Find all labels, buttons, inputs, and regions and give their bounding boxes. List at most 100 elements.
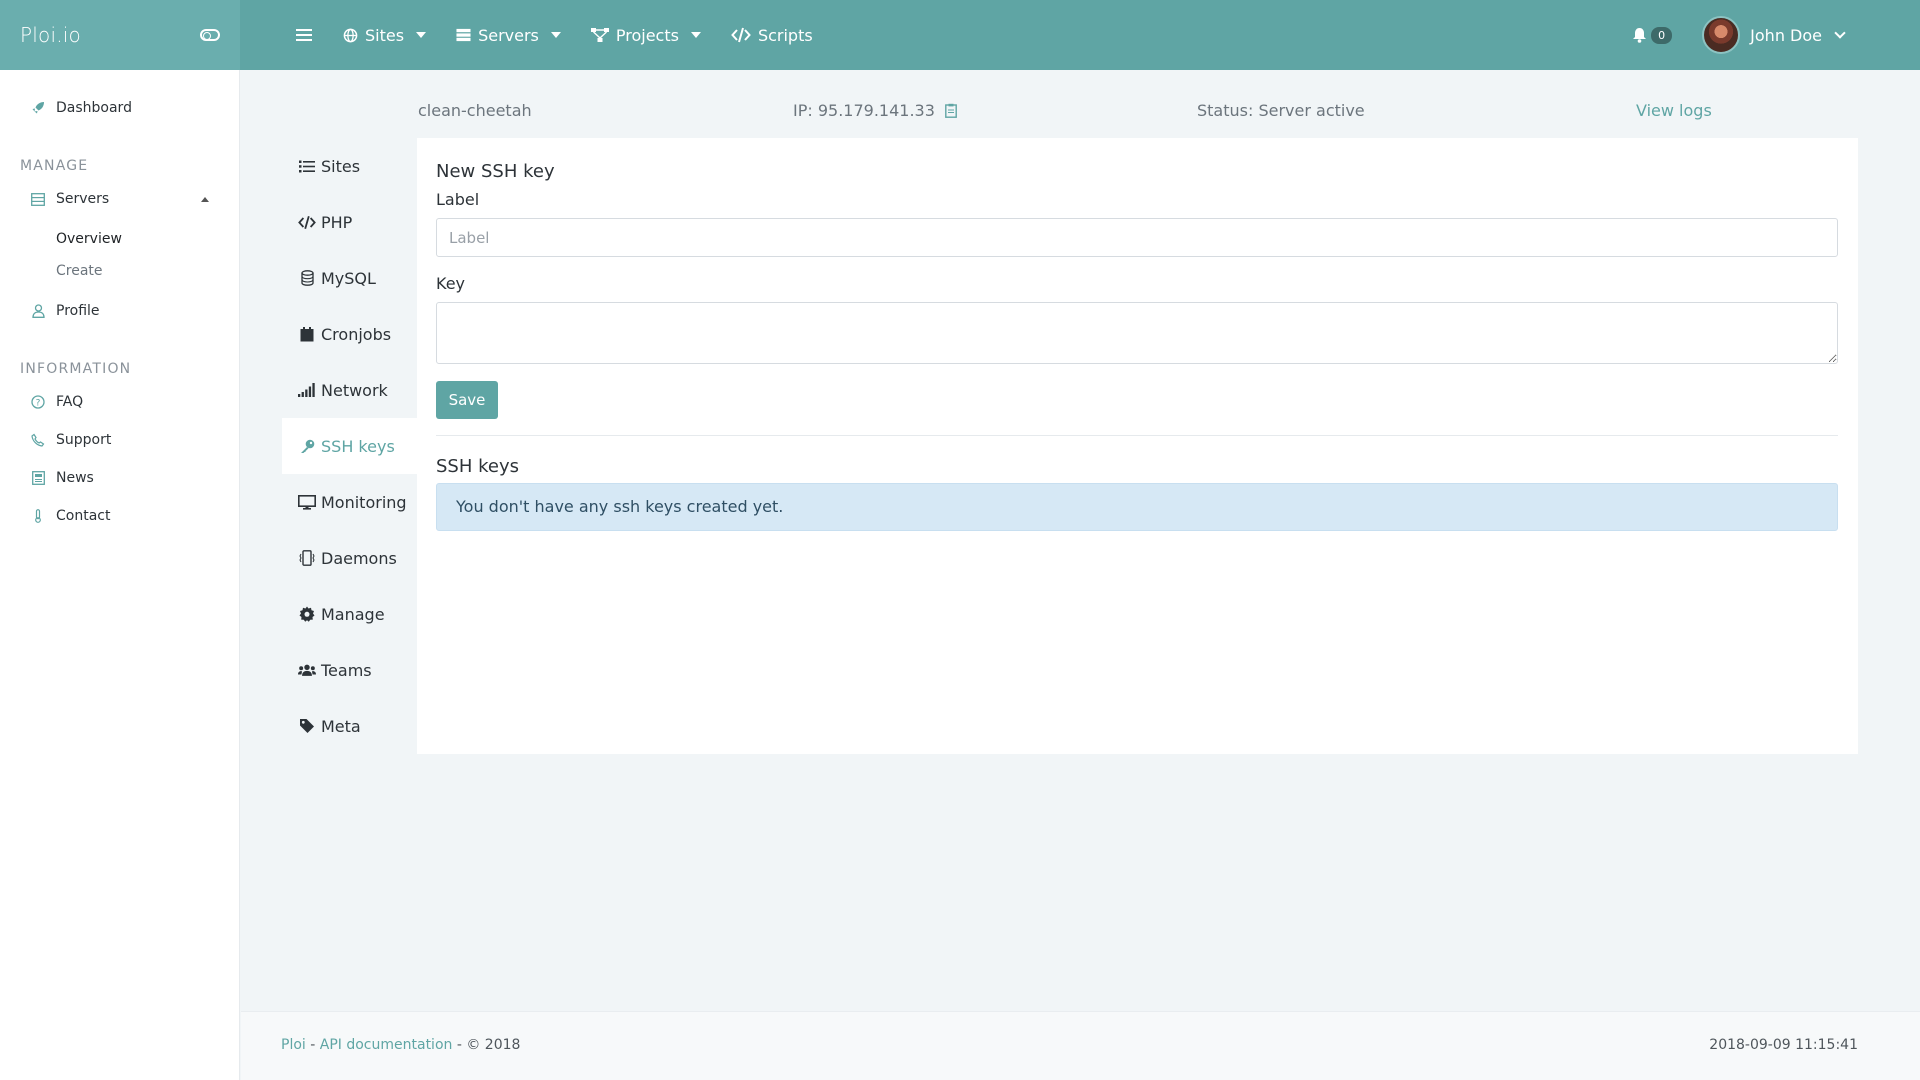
server-nav-php[interactable]: PHP: [282, 194, 417, 250]
new-ssh-key-title: New SSH key: [436, 161, 555, 182]
ssh-keys-title: SSH keys: [436, 456, 519, 477]
nav-projects[interactable]: Projects: [590, 25, 701, 45]
sidebar: Dashboard MANAGE Servers Overview Create…: [0, 70, 240, 1080]
signal-icon: [298, 381, 316, 399]
server-list-icon: [31, 192, 45, 206]
caret-down-icon: [416, 32, 427, 38]
brand-area: Ploi.io: [0, 0, 240, 70]
sidebar-item-dashboard[interactable]: Dashboard: [31, 100, 132, 116]
key-textarea[interactable]: [436, 302, 1838, 364]
server-nav-label: Teams: [321, 660, 372, 680]
sidebar-sub-overview[interactable]: Overview: [56, 231, 122, 247]
nav-scripts[interactable]: Scripts: [731, 26, 813, 45]
server-icon: [456, 28, 471, 42]
label-input[interactable]: [436, 218, 1838, 257]
sitemap-icon: [590, 27, 609, 42]
main-nav: Sites Servers Projects Scripts: [240, 0, 813, 70]
sidebar-item-servers[interactable]: Servers: [31, 191, 209, 207]
sidebar-item-support[interactable]: Support: [31, 432, 111, 448]
footer-links: Ploi - API documentation - © 2018: [281, 1037, 520, 1053]
footer-copyright: - © 2018: [452, 1037, 521, 1053]
newspaper-icon: [31, 471, 45, 485]
sidebar-item-label: News: [56, 470, 94, 486]
tag-icon: [298, 717, 316, 735]
manage-heading: MANAGE: [20, 158, 89, 174]
nav-sites-label: Sites: [365, 25, 405, 45]
sidebar-item-news[interactable]: News: [31, 470, 94, 486]
desktop-icon: [298, 493, 316, 511]
nav-scripts-label: Scripts: [757, 25, 813, 45]
server-nav-label: SSH keys: [321, 436, 395, 456]
theme-toggle-icon[interactable]: [200, 29, 220, 41]
footer: Ploi - API documentation - © 2018 2018-0…: [241, 1011, 1920, 1080]
code-icon: [298, 213, 316, 231]
user-menu[interactable]: John Doe: [1702, 16, 1846, 54]
avatar: [1702, 16, 1741, 54]
list-icon: [298, 157, 316, 175]
calendar-icon: [298, 325, 316, 343]
bell-icon: [1633, 28, 1647, 43]
key-icon: [298, 437, 316, 455]
notification-count-badge: 0: [1651, 26, 1673, 44]
server-nav-label: Manage: [321, 604, 385, 624]
server-nav-daemons[interactable]: Daemons: [282, 530, 417, 586]
user-area: 0 John Doe: [1632, 16, 1846, 54]
top-navbar: Ploi.io Sites Servers Projects Scripts 0: [0, 0, 1920, 70]
footer-separator: -: [305, 1037, 320, 1053]
server-ip-group: IP: 95.179.141.33: [793, 101, 957, 120]
brand-logo[interactable]: Ploi.io: [20, 23, 81, 47]
gear-icon: [298, 605, 316, 623]
user-icon: [31, 304, 45, 318]
server-nav-label: PHP: [321, 212, 353, 232]
sidebar-item-contact[interactable]: Contact: [31, 508, 110, 524]
server-nav-ssh-keys[interactable]: SSH keys: [282, 418, 417, 474]
menu-toggle-icon[interactable]: [296, 29, 312, 41]
nav-sites[interactable]: Sites: [343, 25, 427, 45]
information-heading: INFORMATION: [20, 361, 132, 377]
server-nav-label: Daemons: [321, 548, 397, 568]
database-icon: [298, 269, 316, 287]
question-circle-icon: ?: [31, 395, 45, 409]
users-icon: [298, 661, 316, 679]
server-nav-monitoring[interactable]: Monitoring: [282, 474, 417, 530]
sidebar-item-label: Servers: [56, 191, 110, 207]
server-info-bar: clean-cheetah IP: 95.179.141.33 Status: …: [418, 95, 1858, 125]
server-name: clean-cheetah: [418, 101, 532, 120]
sidebar-item-profile[interactable]: Profile: [31, 303, 100, 319]
empty-keys-alert: You don't have any ssh keys created yet.: [436, 483, 1838, 531]
server-nav: Sites PHP MySQL Cronjobs Network SSH key…: [282, 138, 417, 754]
clipboard-icon[interactable]: [945, 103, 957, 118]
server-nav-sites[interactable]: Sites: [282, 138, 417, 194]
caret-down-icon: [550, 32, 561, 38]
caret-up-icon: [201, 196, 209, 202]
nav-projects-label: Projects: [615, 25, 679, 45]
caret-down-icon: [690, 32, 701, 38]
svg-text:?: ?: [36, 398, 41, 408]
server-nav-label: Cronjobs: [321, 324, 392, 344]
server-nav-cronjobs[interactable]: Cronjobs: [282, 306, 417, 362]
server-nav-label: Network: [321, 380, 388, 400]
server-nav-label: Meta: [321, 716, 361, 736]
server-nav-label: MySQL: [321, 268, 376, 288]
footer-ploi-link[interactable]: Ploi: [281, 1037, 306, 1053]
nav-servers-label: Servers: [478, 25, 539, 45]
server-nav-manage[interactable]: Manage: [282, 586, 417, 642]
server-nav-teams[interactable]: Teams: [282, 642, 417, 698]
server-nav-mysql[interactable]: MySQL: [282, 250, 417, 306]
server-nav-network[interactable]: Network: [282, 362, 417, 418]
save-button[interactable]: Save: [436, 381, 498, 419]
key-field-label: Key: [436, 274, 466, 293]
server-nav-meta[interactable]: Meta: [282, 698, 417, 754]
sidebar-item-faq[interactable]: ? FAQ: [31, 394, 83, 410]
notifications-button[interactable]: 0: [1632, 26, 1673, 44]
mobile-vibrate-icon: [298, 549, 316, 567]
globe-icon: [343, 28, 358, 42]
user-name: John Doe: [1750, 25, 1822, 45]
footer-api-docs-link[interactable]: API documentation: [320, 1037, 453, 1053]
ssh-keys-panel: New SSH key Label Key Save SSH keys You …: [417, 138, 1858, 754]
view-logs-link[interactable]: View logs: [1636, 101, 1712, 120]
nav-servers[interactable]: Servers: [456, 26, 561, 45]
label-field-label: Label: [436, 190, 480, 209]
sidebar-item-label: Support: [56, 432, 112, 448]
sidebar-sub-create[interactable]: Create: [56, 263, 103, 279]
